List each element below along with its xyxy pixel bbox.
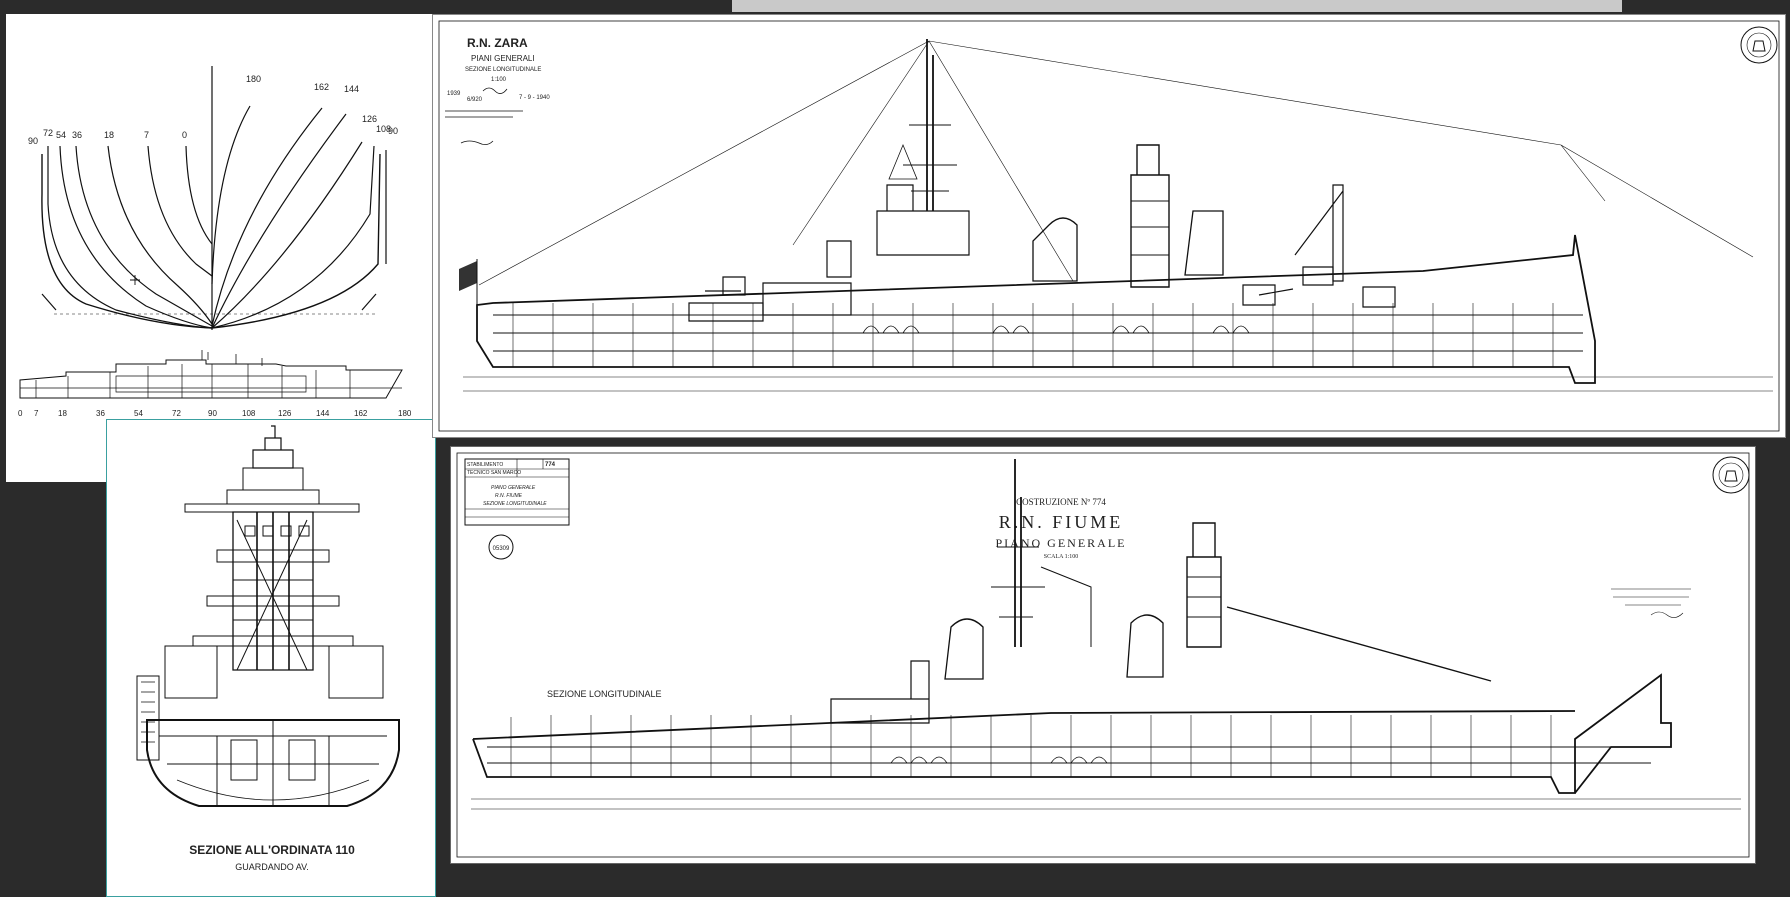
zara-plan-drawing: R.N. ZARA PIANI GENERALI SEZIONE LONGITU…: [438, 20, 1780, 432]
scale-label: 36: [96, 409, 105, 418]
fiume-construction: COSTRUZIONE Nº 774: [1016, 497, 1106, 507]
seal-icon: [1712, 456, 1750, 494]
section-caption: SEZIONE ALL'ORDINATA 110: [189, 843, 355, 857]
flag-icon: [459, 259, 478, 341]
title-block-number: 774: [545, 462, 556, 468]
title-block-text: SEZIONE LONGITUDINALE: [483, 501, 547, 507]
zara-subtitle: PIANI GENERALI: [471, 54, 535, 63]
fiume-section-label: SEZIONE LONGITUDINALE: [547, 689, 662, 699]
station-label: 144: [344, 84, 359, 94]
section-caption-sub: GUARDANDO AV.: [235, 862, 309, 872]
scale-label: 108: [242, 409, 256, 418]
title-block-text: PIANO GENERALE: [491, 485, 536, 491]
scale-label: 144: [316, 409, 330, 418]
scale-label: 72: [172, 409, 181, 418]
seal-icon: [1740, 26, 1778, 64]
title-block-text: STABILIMENTO: [467, 462, 503, 468]
zara-scale: 1:100: [491, 77, 507, 83]
zara-year: 1939: [447, 91, 461, 97]
zara-plan-sheet: R.N. ZARA PIANI GENERALI SEZIONE LONGITU…: [432, 14, 1786, 438]
transverse-section-drawing: SEZIONE ALL'ORDINATA 110 GUARDANDO AV.: [136, 425, 400, 872]
zara-subtitle-2: SEZIONE LONGITUDINALE: [465, 67, 541, 73]
scale-label: 180: [398, 409, 412, 418]
transverse-section-sheet: SEZIONE ALL'ORDINATA 110 GUARDANDO AV.: [106, 419, 436, 897]
zara-title: R.N. ZARA: [467, 36, 528, 50]
fiume-plan-sheet: STABILIMENTO TECNICO SAN MARCO 774 PIANO…: [450, 446, 1756, 864]
scale-label: 162: [354, 409, 368, 418]
stamp-icon: 05309: [488, 534, 514, 560]
title-block-text: TECNICO SAN MARCO: [467, 470, 521, 476]
station-label: 36: [72, 130, 82, 140]
scale-label: 90: [208, 409, 217, 418]
scale-label: 54: [134, 409, 143, 418]
fiume-plan-drawing: STABILIMENTO TECNICO SAN MARCO 774 PIANO…: [456, 452, 1750, 858]
station-label: 90: [28, 136, 38, 146]
fiume-title: R.N. FIUME: [999, 512, 1124, 532]
top-scrollbar[interactable]: [732, 0, 1622, 12]
scale-label: 7: [34, 409, 39, 418]
station-label: 54: [56, 130, 66, 140]
lines-plan-sheet: 90 72 54 36 18 7 0 180 162 144 126 108 9…: [6, 14, 436, 482]
station-label: 126: [362, 114, 377, 124]
station-label: 0: [182, 130, 187, 140]
zara-date: 7 - 9 - 1940: [519, 95, 550, 101]
title-block: STABILIMENTO TECNICO SAN MARCO 774 PIANO…: [464, 458, 570, 526]
station-label: 18: [104, 130, 114, 140]
scale-label: 0: [18, 409, 23, 418]
station-label: 162: [314, 82, 329, 92]
svg-text:05309: 05309: [493, 546, 510, 552]
station-label: 72: [43, 128, 53, 138]
station-label: 90: [388, 126, 398, 136]
fiume-scale: SCALA 1:100: [1044, 554, 1079, 560]
zara-number: 6/920: [467, 97, 483, 103]
station-label: 7: [144, 130, 149, 140]
station-label: 180: [246, 74, 261, 84]
title-block-text: R.N. FIUME: [495, 493, 523, 499]
scale-label: 126: [278, 409, 292, 418]
scale-label: 18: [58, 409, 67, 418]
lines-plan-drawing: 90 72 54 36 18 7 0 180 162 144 126 108 9…: [18, 66, 412, 418]
